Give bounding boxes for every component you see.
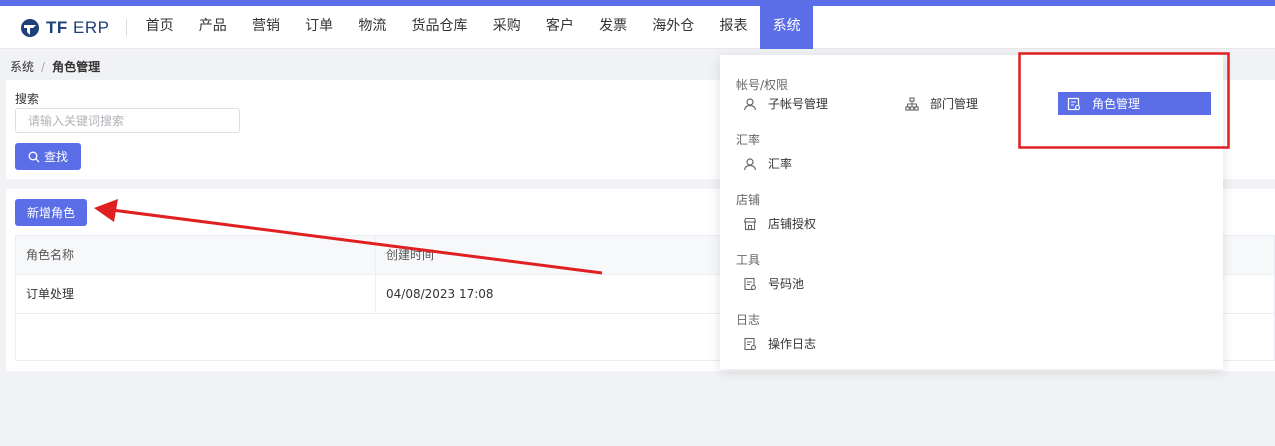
column-header-role-name[interactable]: 角色名称 (16, 236, 376, 275)
search-button-label: 查找 (43, 150, 68, 164)
menu-group-title: 帐号/权限 (736, 78, 789, 92)
breadcrumb-parent[interactable]: 系统 (10, 60, 34, 74)
system-menu-dropdown: 帐号/权限子帐号管理 部门管理 角色管理汇率 汇率店铺 店铺授权工具 号码池日志 操作日志 (720, 55, 1223, 369)
add-role-button-label: 新增角色 (26, 206, 75, 220)
nav-item-6[interactable]: 采购 (480, 6, 533, 49)
top-navbar: TF ERP 首页 产品 营销 订单 物流 货品仓库 采购 客户 发票 海外仓 报表 系统 (0, 6, 1275, 49)
search-input[interactable] (15, 108, 240, 133)
nav-item-7[interactable]: 客户 (533, 6, 586, 49)
menu-item-label: 汇率 (768, 157, 793, 171)
menu-group-title: 日志 (736, 313, 761, 327)
logo-icon (21, 19, 39, 37)
org-chart-icon (904, 96, 920, 112)
nav-item-1[interactable]: 产品 (186, 6, 239, 49)
logo-text: TF ERP (46, 18, 110, 37)
nav-item-9[interactable]: 海外仓 (640, 6, 707, 49)
breadcrumb: 系统 / 角色管理 (10, 58, 100, 75)
role-icon (1066, 96, 1082, 112)
menu-item-label: 子帐号管理 (768, 97, 829, 111)
menu-group-title: 店铺 (736, 193, 761, 207)
main-nav: 首页 产品 营销 订单 物流 货品仓库 采购 客户 发票 海外仓 报表 系统 (133, 6, 814, 49)
document-icon (742, 336, 758, 352)
menu-item[interactable]: 号码池 (738, 272, 804, 295)
menu-item[interactable]: 店铺授权 (738, 212, 816, 235)
app-logo[interactable]: TF ERP (20, 18, 109, 38)
menu-item[interactable]: 汇率 (738, 152, 792, 175)
store-icon (742, 216, 758, 232)
menu-item[interactable]: 子帐号管理 (738, 92, 828, 115)
search-icon (28, 151, 40, 162)
nav-item-3[interactable]: 订单 (293, 6, 346, 49)
cell-role-name: 订单处理 (16, 275, 376, 314)
nav-item-5[interactable]: 货品仓库 (399, 6, 480, 49)
cell-created-time: 04/08/2023 17:08 (386, 287, 494, 301)
nav-item-4[interactable]: 物流 (346, 6, 399, 49)
search-label: 搜索 (15, 92, 40, 106)
breadcrumb-current: 角色管理 (52, 60, 101, 74)
menu-item-label: 部门管理 (930, 97, 979, 111)
add-role-button[interactable]: 新增角色 (15, 199, 87, 226)
menu-group-title: 工具 (736, 253, 761, 267)
breadcrumb-separator: / (41, 60, 46, 74)
menu-item-label: 店铺授权 (768, 217, 817, 231)
column-header-created-time[interactable]: 创建时间 (376, 236, 776, 275)
menu-item[interactable]: 角色管理 (1058, 92, 1211, 115)
menu-item-label: 角色管理 (1092, 97, 1141, 111)
nav-item-11[interactable]: 系统 (760, 6, 814, 49)
nav-item-0[interactable]: 首页 (133, 6, 186, 49)
nav-divider (126, 19, 127, 36)
nav-item-10[interactable]: 报表 (707, 6, 760, 49)
menu-item[interactable]: 操作日志 (738, 332, 816, 355)
document-icon (742, 276, 758, 292)
user-icon (742, 156, 758, 172)
menu-item[interactable]: 部门管理 (900, 92, 978, 115)
nav-item-8[interactable]: 发票 (587, 6, 640, 49)
user-icon (742, 96, 758, 112)
menu-item-label: 操作日志 (768, 337, 817, 351)
menu-group-title: 汇率 (736, 133, 761, 147)
search-button[interactable]: 查找 (15, 143, 81, 170)
nav-item-2[interactable]: 营销 (239, 6, 292, 49)
menu-item-label: 号码池 (768, 277, 805, 291)
